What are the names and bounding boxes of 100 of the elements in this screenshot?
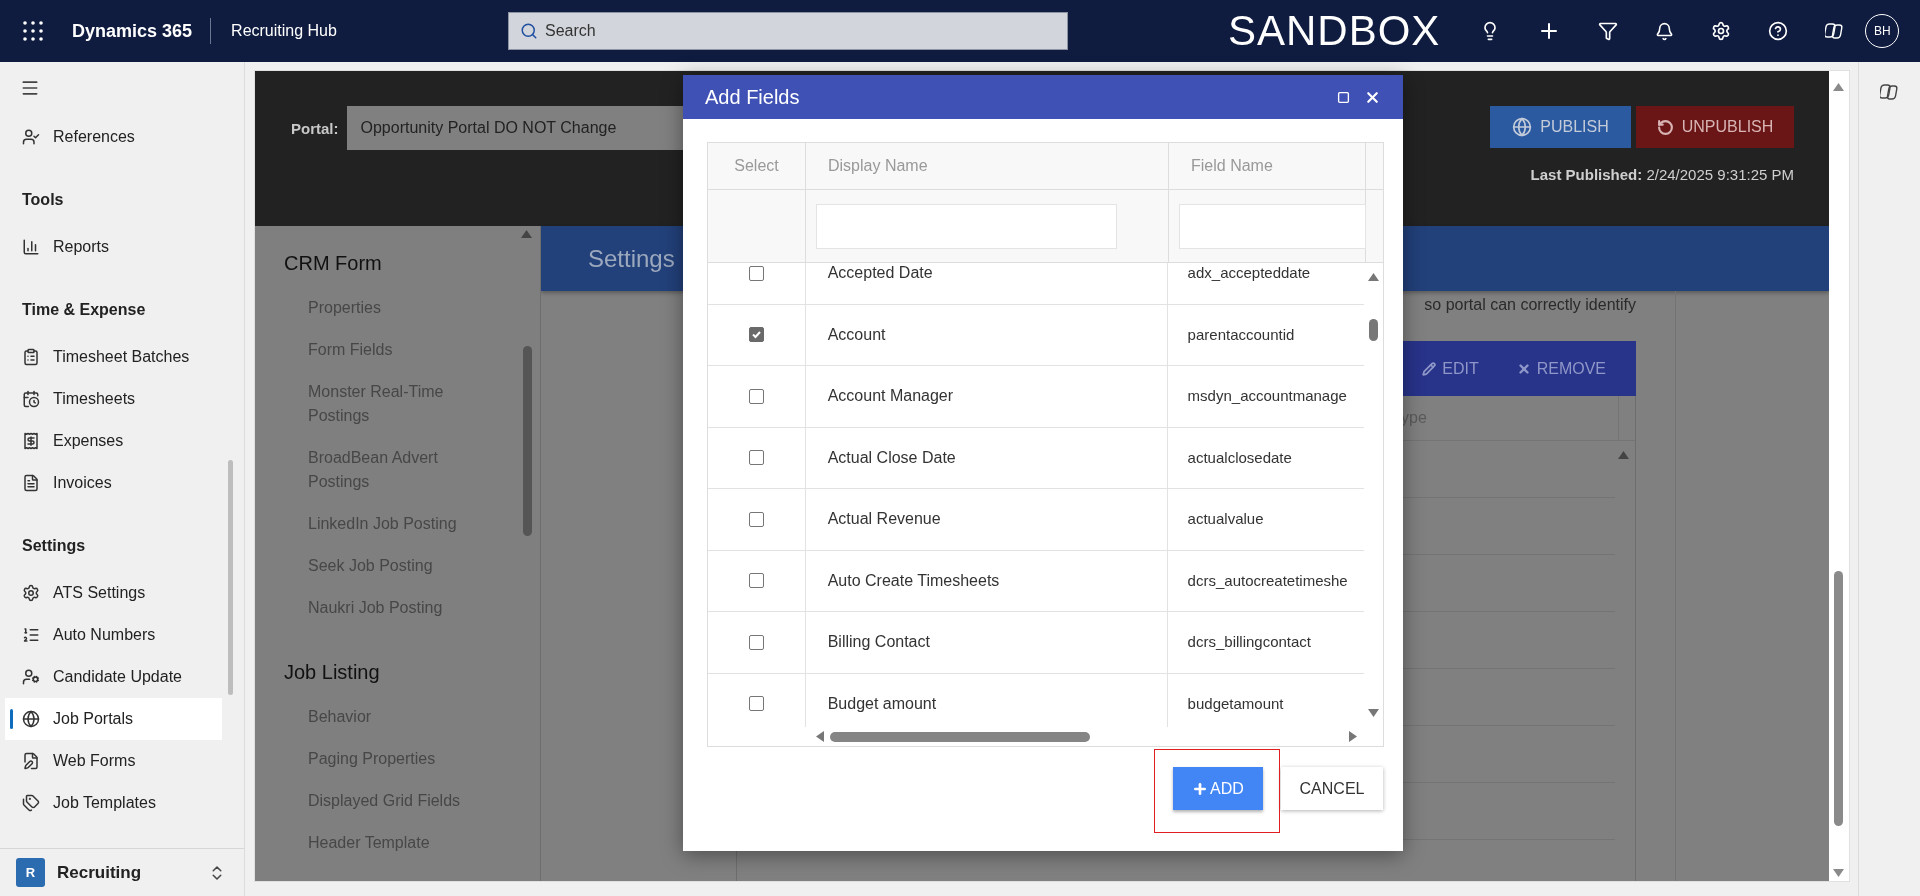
tags-icon [22, 794, 40, 812]
nav-item[interactable]: Timesheet Batches [5, 336, 222, 378]
pencil-icon [1422, 361, 1437, 376]
filter-field[interactable] [816, 204, 1117, 249]
person-gear-icon [22, 668, 40, 686]
unpublish-button[interactable]: UNPUBLISH [1636, 106, 1795, 148]
nav-item[interactable]: Candidate Update [5, 656, 222, 698]
help-icon[interactable] [1768, 21, 1789, 41]
add-button[interactable]: ADD [1173, 767, 1263, 810]
nav-item[interactable]: Web Forms [5, 740, 222, 782]
settings-header: Settings [588, 243, 675, 274]
maximize-icon[interactable] [1337, 90, 1350, 104]
scroll-down-icon[interactable] [1833, 869, 1845, 877]
table-cell: Account [805, 304, 1168, 365]
scroll-down-icon[interactable] [1368, 709, 1380, 717]
nav-section-heading: Settings [21, 536, 87, 556]
search-icon [520, 22, 538, 40]
scrollbar-thumb[interactable] [1369, 319, 1379, 341]
last-published-text: Last Published: 2/24/2025 9:31:25 PM [1530, 165, 1795, 185]
environment-label: SANDBOX [1228, 10, 1441, 52]
cancel-button[interactable]: CANCEL [1281, 767, 1383, 810]
row-checkbox[interactable] [748, 450, 764, 466]
table-cell-text: dcrs_autocreatetimeshe [1186, 570, 1349, 591]
nav-item[interactable]: References [5, 116, 222, 158]
table-cell-text: actualvalue [1186, 509, 1265, 529]
plus-icon [1192, 780, 1209, 797]
column-header: Select [708, 143, 806, 189]
table-cell: Auto Create Timesheets [805, 550, 1168, 611]
nav-item[interactable]: Job Portals [5, 698, 222, 740]
scroll-left-icon[interactable] [816, 731, 824, 742]
table-cell-text: actualclosedate [1186, 447, 1293, 468]
table-cell: Billing Contact [805, 612, 1168, 673]
scroll-right-icon[interactable] [1349, 731, 1357, 742]
row-checkbox[interactable] [748, 634, 764, 650]
table-cell-text: adx_accepteddate [1186, 263, 1312, 283]
receipt-icon [22, 432, 40, 450]
table-cell-text: budgetamount [1186, 693, 1285, 714]
area-switcher[interactable]: R Recruiting [0, 848, 244, 896]
scroll-up-icon[interactable] [1833, 83, 1845, 91]
nav-item[interactable]: Invoices [5, 462, 222, 504]
publish-button[interactable]: PUBLISH [1490, 106, 1632, 148]
nav-section-title: CRM Form [284, 251, 383, 276]
area-badge: R [16, 858, 45, 887]
scrollbar-thumb[interactable] [228, 460, 233, 695]
scroll-up-icon[interactable] [521, 230, 532, 238]
calendar-clock-icon [22, 390, 40, 408]
notification-icon[interactable] [1655, 21, 1675, 41]
remove-button[interactable]: REMOVE [1516, 356, 1606, 381]
checkmark-icon [750, 329, 762, 341]
table-cell: Actual Revenue [805, 489, 1168, 550]
gear-icon [22, 584, 40, 602]
help-text: so portal can correctly identify [1424, 295, 1636, 315]
table-cell-text: parentaccountid [1186, 324, 1296, 345]
clipboard-icon [22, 348, 40, 366]
table-cell: Accepted Date [805, 263, 1168, 304]
nav-section-heading: Time & Expense [21, 300, 147, 320]
scrollbar-thumb[interactable] [1834, 571, 1844, 826]
globe-icon [1512, 117, 1533, 137]
copilot-icon[interactable] [1879, 82, 1900, 102]
nav-item[interactable]: Expenses [5, 420, 222, 462]
person-check-icon [22, 128, 40, 146]
nav-item[interactable]: Reports [5, 226, 222, 268]
settings-icon[interactable] [1711, 21, 1732, 41]
nav-item[interactable]: Job Templates [5, 782, 222, 824]
close-icon [1516, 361, 1531, 376]
nav-item[interactable]: Timesheets [5, 378, 222, 420]
bar-chart-icon [22, 238, 40, 256]
scrollbar-thumb[interactable] [830, 731, 1090, 742]
scroll-up-icon[interactable] [1368, 273, 1380, 281]
document-pen-icon [22, 752, 40, 770]
row-checkbox[interactable] [748, 573, 764, 589]
table-cell-text: dcrs_billingcontact [1186, 632, 1312, 652]
table-cell-text: msdyn_accountmanage [1186, 386, 1348, 406]
scrollbar-thumb[interactable] [523, 346, 532, 536]
table-cell: Account Manager [805, 366, 1168, 427]
numbered-list-icon [22, 626, 40, 644]
portal-label: Portal: [291, 119, 339, 139]
nav-section-title: Job Listing [284, 660, 381, 685]
row-checkbox[interactable] [748, 388, 764, 404]
document-icon [22, 474, 40, 492]
edit-button[interactable]: EDIT [1422, 356, 1479, 381]
app-name[interactable]: Dynamics 365 [72, 17, 193, 45]
nav-item[interactable]: ATS Settings [5, 572, 222, 614]
filter-icon[interactable] [1598, 21, 1619, 41]
globe-icon [22, 710, 40, 728]
search-field[interactable]: Search [508, 12, 1068, 50]
filter-field[interactable] [1179, 204, 1366, 249]
row-checkbox[interactable] [748, 327, 764, 343]
undo-icon [1656, 118, 1674, 136]
row-checkbox[interactable] [748, 265, 764, 281]
row-checkbox[interactable] [748, 696, 764, 712]
row-checkbox[interactable] [748, 511, 764, 527]
menu-icon[interactable] [20, 78, 40, 98]
app-launcher-icon[interactable] [22, 20, 44, 42]
scroll-up-icon[interactable] [1618, 451, 1629, 459]
nav-item[interactable]: Auto Numbers [5, 614, 222, 656]
area-label: Recruiting [57, 861, 142, 884]
nav-section-heading: Tools [21, 190, 65, 210]
area-name[interactable]: Recruiting Hub [231, 19, 337, 43]
table-cell: Actual Close Date [805, 427, 1168, 488]
